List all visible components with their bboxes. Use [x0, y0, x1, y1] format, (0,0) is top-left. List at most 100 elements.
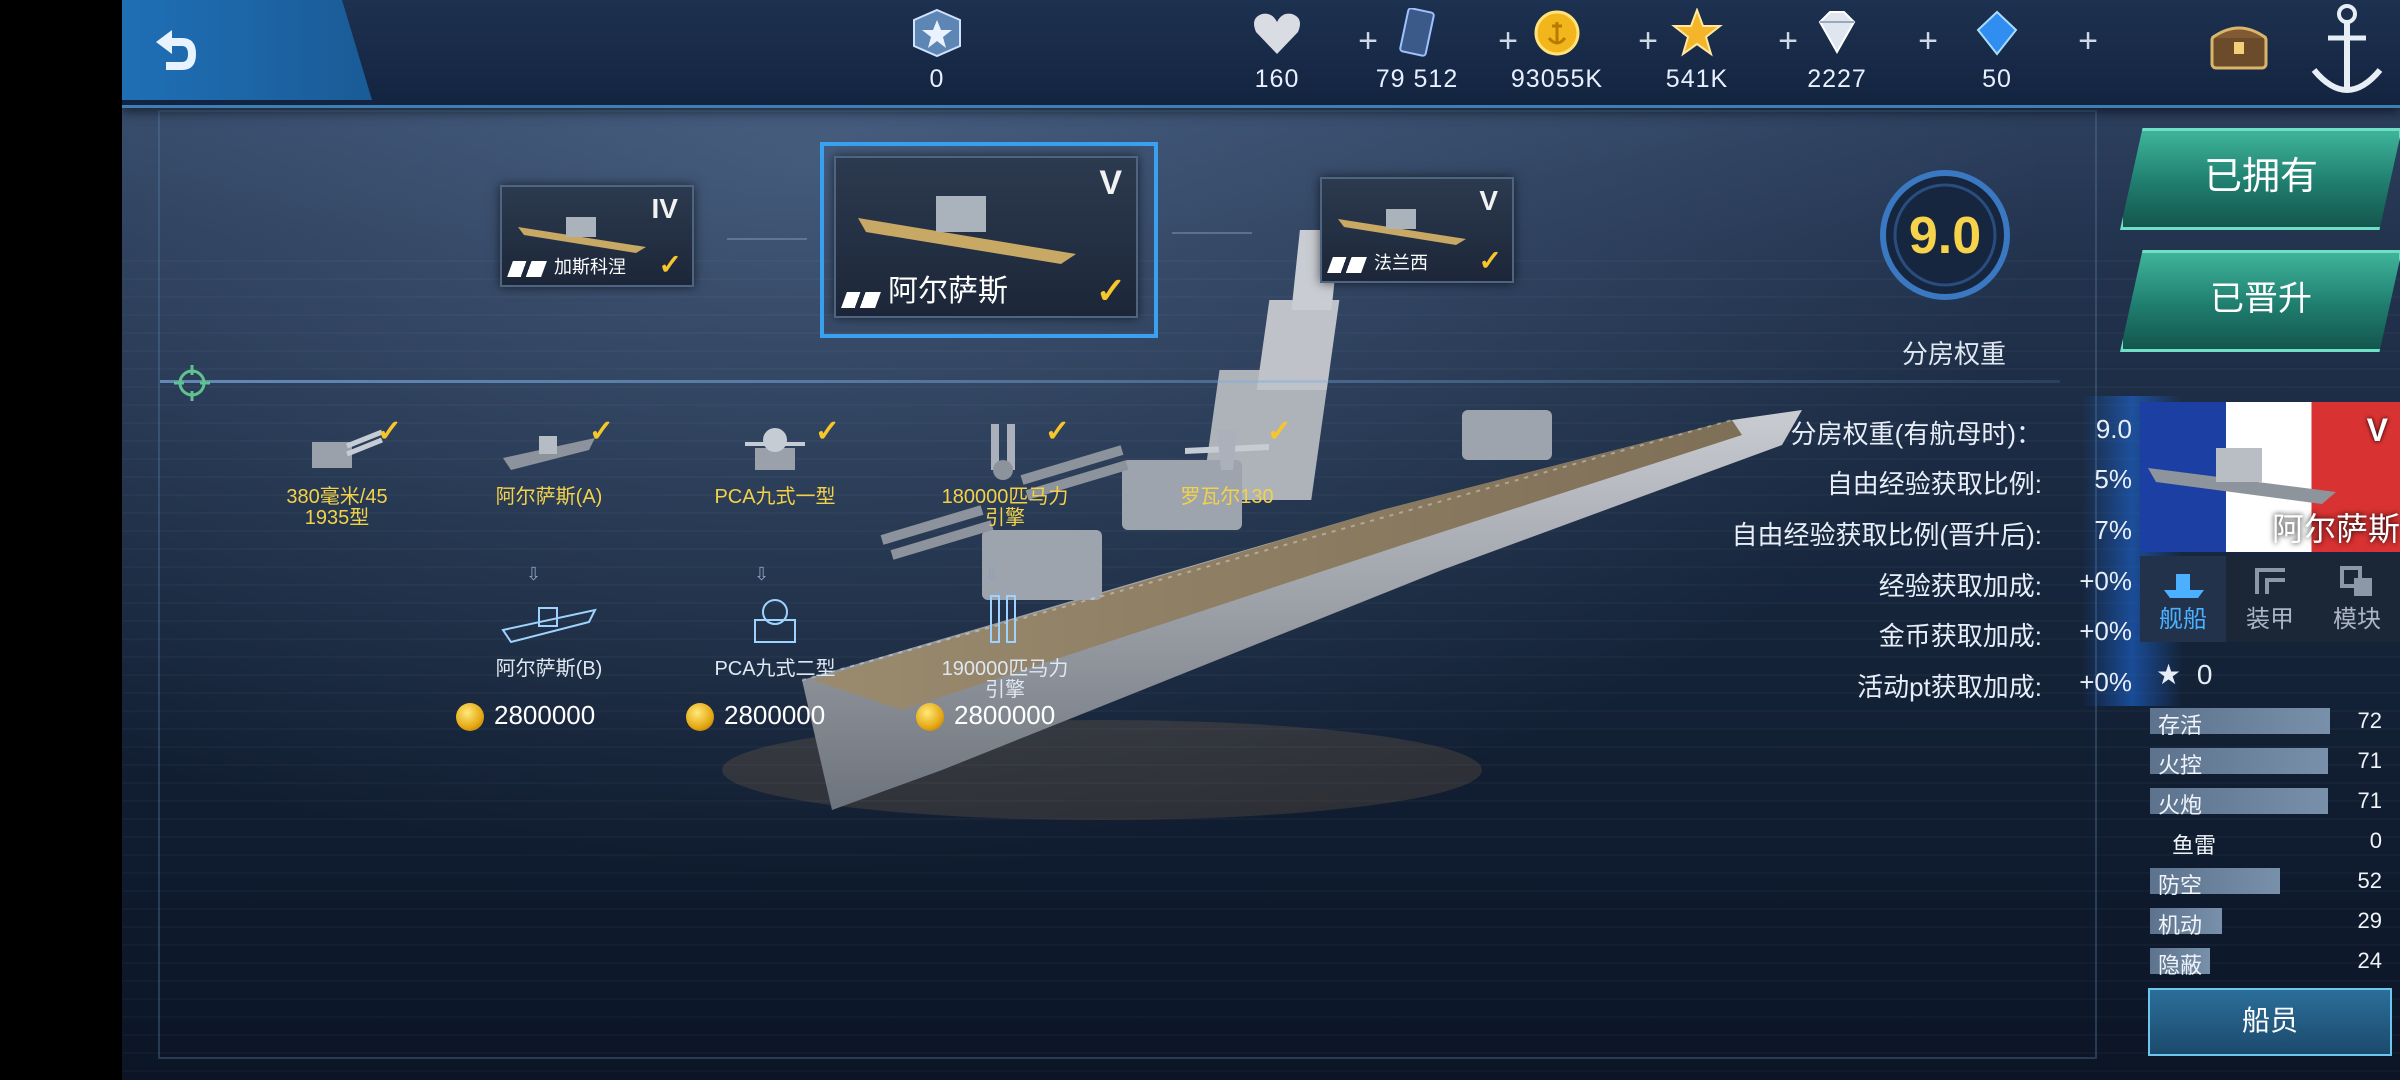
ship-thumbnail: [858, 196, 1076, 264]
rank-resource[interactable]: 0: [862, 8, 1012, 98]
module-tab-icon: [2340, 566, 2372, 596]
anchor-icon[interactable]: [2304, 0, 2390, 105]
ship-card-france[interactable]: V 法兰西 ✓: [1320, 177, 1514, 283]
ship-card-gascogne[interactable]: IV 加斯科涅 ✓: [500, 185, 694, 287]
attribute-value: 52: [2357, 868, 2382, 893]
price-value: 2800000: [954, 700, 1056, 730]
ship-tier: V: [2366, 412, 2388, 448]
crew-button[interactable]: 船员: [2148, 988, 2392, 1056]
stat-value: 9.0: [2095, 414, 2132, 444]
upgrade-price[interactable]: 2800000: [916, 700, 1056, 732]
stat-value: +0%: [2079, 667, 2132, 697]
star-value: 541K: [1665, 65, 1729, 93]
star-resource[interactable]: + 541K: [1622, 7, 1798, 98]
rating-value-wrap: 9.0: [1870, 160, 2020, 310]
attribute-value: 71: [2357, 748, 2382, 773]
upgrade-price[interactable]: 2800000: [456, 700, 596, 732]
ship-tier: V: [1479, 185, 1498, 216]
top-bar: 0 + 160 + 79 512 + 93055K + 541K + 2227 …: [122, 0, 2400, 108]
promoted-button[interactable]: 已晋升: [2120, 250, 2400, 352]
tab-armor[interactable]: 装甲: [2227, 556, 2313, 642]
attribute-row: 存活 72: [2150, 706, 2390, 738]
gold-star-icon: [1671, 7, 1723, 57]
attribute-row: 防空 52: [2150, 866, 2390, 898]
fire-control-blueprint-icon: [754, 599, 796, 643]
attribute-value: 0: [2369, 828, 2382, 853]
heart-resource[interactable]: + 160: [1202, 8, 1378, 98]
owned-check-icon: ✓: [1044, 415, 1070, 448]
attribute-key: 存活: [2158, 713, 2203, 738]
battleship-type-icon: [841, 292, 881, 308]
module-hull-b[interactable]: 阿尔萨斯(B): [474, 590, 624, 680]
owned-check-icon: ✓: [1478, 245, 1502, 276]
heart-value: 160: [1254, 65, 1300, 93]
module-seaplane[interactable]: ✓ 罗瓦尔130: [1152, 415, 1302, 508]
ship-portrait: V 阿尔萨斯: [2140, 402, 2400, 552]
blueprint-resource[interactable]: + 79 512: [1342, 7, 1518, 98]
owned-button[interactable]: 已拥有: [2120, 128, 2400, 230]
tab-label: 舰船: [2159, 606, 2207, 633]
tab-module[interactable]: 模块: [2314, 556, 2400, 642]
owned-check-icon: ✓: [658, 249, 682, 280]
ship-stars: ★ 0: [2156, 658, 2212, 691]
down-arrow-icon: ⇩: [984, 564, 1000, 584]
blueprint-value: 79 512: [1375, 65, 1459, 93]
ship-card-alsace[interactable]: V 阿尔萨斯 ✓: [834, 156, 1138, 318]
star-count: 0: [2196, 659, 2213, 690]
tab-ship[interactable]: 舰船: [2140, 556, 2226, 642]
attribute-key: 机动: [2158, 913, 2203, 938]
attribute-key: 防空: [2158, 873, 2203, 898]
diamond-value: 2227: [1807, 65, 1867, 93]
diamond-resource[interactable]: + 2227: [1762, 8, 1938, 98]
silver-diamond-icon: [1818, 11, 1856, 55]
blue-gem-icon: [1976, 10, 2018, 56]
attribute-row: 隐蔽 24: [2150, 946, 2390, 978]
engine-blueprint-icon: [990, 595, 1016, 643]
crosshair-icon[interactable]: [174, 365, 210, 401]
module-engine-2[interactable]: 190000匹马力 引擎: [930, 590, 1080, 701]
module-label: 1935型: [304, 507, 370, 529]
tab-label: 模块: [2333, 606, 2381, 633]
gem-resource[interactable]: + 50: [1922, 8, 2098, 98]
gold-coin-icon: [1534, 10, 1580, 56]
ship-thumbnail: [1338, 209, 1466, 245]
rating-value: 9.0: [1908, 207, 1982, 265]
attribute-row: 鱼雷 0: [2150, 826, 2390, 858]
module-label: 380毫米/45: [286, 486, 388, 508]
module-label: 引擎: [985, 507, 1025, 529]
rank-value: 0: [929, 65, 945, 93]
stat-value: +0%: [2079, 616, 2132, 646]
module-engine[interactable]: ✓ 180000匹马力 引擎: [930, 415, 1080, 529]
treasure-chest-icon[interactable]: [2208, 18, 2270, 72]
price-value: 2800000: [494, 700, 596, 730]
star-icon: ★: [2156, 659, 2182, 690]
ship-portrait-image: [2148, 448, 2336, 504]
rank-badge-icon: [913, 8, 961, 58]
fire-control-icon: [745, 428, 805, 470]
module-main-gun[interactable]: ✓ 380毫米/45 1935型: [262, 415, 412, 529]
gold-resource[interactable]: + 93055K: [1482, 8, 1658, 98]
owned-check-icon: ✓: [588, 415, 614, 448]
attribute-row: 火控 71: [2150, 746, 2390, 778]
module-label: 罗瓦尔130: [1180, 486, 1274, 508]
ship-name: 阿尔萨斯: [888, 275, 1008, 308]
engine-icon: [991, 424, 1015, 480]
module-fire-control-2[interactable]: PCA九式二型: [700, 590, 850, 680]
gem-plus-button[interactable]: +: [2078, 22, 2098, 61]
stat-value: +0%: [2079, 566, 2132, 596]
ship-name: 加斯科涅: [554, 257, 626, 277]
hull-icon: [503, 436, 595, 470]
ship-name: 阿尔萨斯: [2271, 511, 2400, 547]
upgrade-price[interactable]: 2800000: [686, 700, 825, 732]
ship-tabs: 舰船 装甲 模块: [2140, 556, 2400, 642]
hull-blueprint-icon: [501, 607, 597, 644]
down-arrow-icon: ⇩: [754, 564, 770, 584]
back-arrow-icon[interactable]: [142, 22, 202, 82]
stat-key: 经验获取加成:: [1878, 571, 2042, 601]
rating-label: 分房权重: [1902, 339, 2007, 369]
stat-value: 7%: [2094, 515, 2132, 545]
module-hull-a[interactable]: ✓ 阿尔萨斯(A): [474, 415, 624, 508]
gem-value: 50: [1982, 65, 2012, 93]
ship-tier: V: [1099, 164, 1122, 202]
module-fire-control[interactable]: ✓ PCA九式一型: [700, 415, 850, 508]
